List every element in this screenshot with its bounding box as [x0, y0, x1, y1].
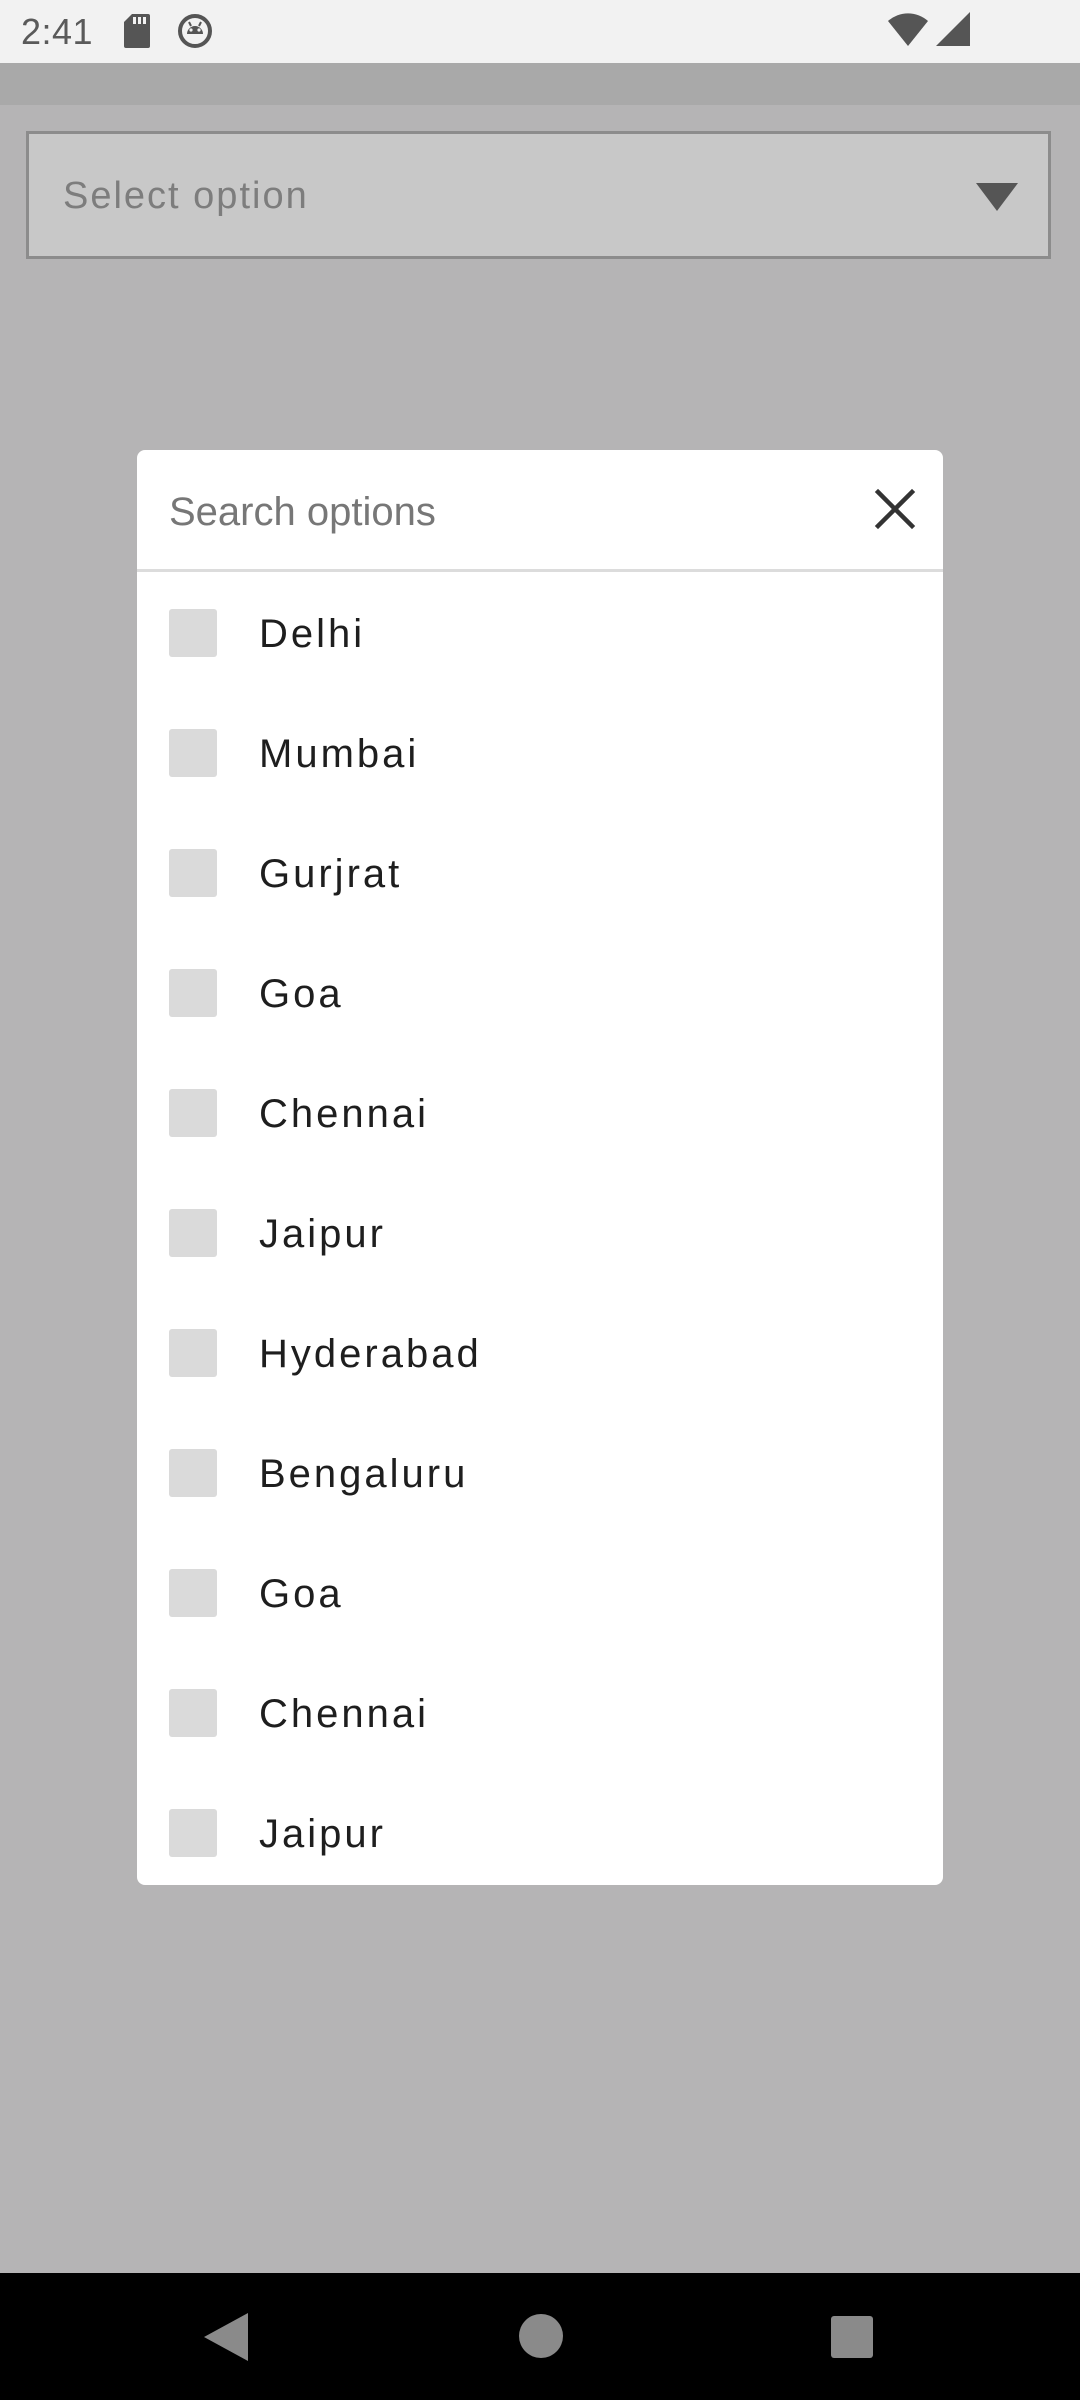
option-item[interactable]: Mumbai [137, 692, 943, 812]
option-label: Jaipur [259, 1212, 386, 1256]
select-placeholder: Select option [63, 175, 309, 217]
option-label: Bengaluru [259, 1452, 469, 1496]
option-item[interactable]: Hyderabad [137, 1292, 943, 1412]
option-label: Gurjrat [259, 852, 403, 896]
recents-button[interactable] [831, 2316, 873, 2363]
option-item[interactable]: Bengaluru [137, 1412, 943, 1532]
search-input[interactable] [169, 484, 809, 540]
option-item[interactable]: Chennai [137, 1652, 943, 1772]
option-label: Jaipur [259, 1812, 386, 1856]
home-icon [519, 2314, 563, 2358]
option-checkbox[interactable] [169, 849, 217, 897]
option-checkbox[interactable] [169, 1209, 217, 1257]
signal-icon [936, 12, 970, 51]
close-button[interactable] [863, 477, 927, 541]
option-item[interactable]: Goa [137, 932, 943, 1052]
option-label: Mumbai [259, 732, 420, 776]
sd-card-icon [124, 14, 150, 53]
back-icon [204, 2313, 248, 2361]
option-checkbox[interactable] [169, 1329, 217, 1377]
option-label: Goa [259, 972, 344, 1016]
wifi-icon [888, 12, 928, 51]
option-checkbox[interactable] [169, 1449, 217, 1497]
back-button[interactable] [204, 2313, 248, 2366]
recents-icon [831, 2316, 873, 2358]
status-bar: 2:41 [0, 0, 1080, 63]
option-checkbox[interactable] [169, 729, 217, 777]
option-item[interactable]: Jaipur [137, 1772, 943, 1885]
option-label: Delhi [259, 612, 366, 656]
option-item[interactable]: Goa [137, 1532, 943, 1652]
search-row [137, 450, 943, 572]
option-label: Chennai [259, 1692, 430, 1736]
dropdown-arrow-icon [976, 183, 1018, 216]
option-checkbox[interactable] [169, 1809, 217, 1857]
option-checkbox[interactable] [169, 1689, 217, 1737]
option-item[interactable]: Delhi [137, 572, 943, 692]
select-option-dropdown[interactable]: Select option [26, 131, 1051, 259]
status-time: 2:41 [21, 11, 94, 52]
option-checkbox[interactable] [169, 969, 217, 1017]
option-checkbox[interactable] [169, 1569, 217, 1617]
option-label: Goa [259, 1572, 344, 1616]
screen: 2:41 Select option Search options Delhi … [0, 0, 1080, 2400]
option-checkbox[interactable] [169, 1089, 217, 1137]
android-debug-icon [178, 14, 212, 53]
options-dialog: Delhi Mumbai Gurjrat Goa Chennai Jaipur [137, 450, 943, 1885]
navigation-bar [0, 2273, 1080, 2400]
option-item[interactable]: Gurjrat [137, 812, 943, 932]
app-bar [0, 63, 1080, 105]
option-label: Chennai [259, 1092, 430, 1136]
option-item[interactable]: Chennai [137, 1052, 943, 1172]
home-button[interactable] [518, 2313, 564, 2364]
option-checkbox[interactable] [169, 609, 217, 657]
option-item[interactable]: Jaipur [137, 1172, 943, 1292]
option-label: Hyderabad [259, 1332, 482, 1376]
close-icon [874, 488, 916, 530]
options-list: Delhi Mumbai Gurjrat Goa Chennai Jaipur [137, 572, 943, 1885]
